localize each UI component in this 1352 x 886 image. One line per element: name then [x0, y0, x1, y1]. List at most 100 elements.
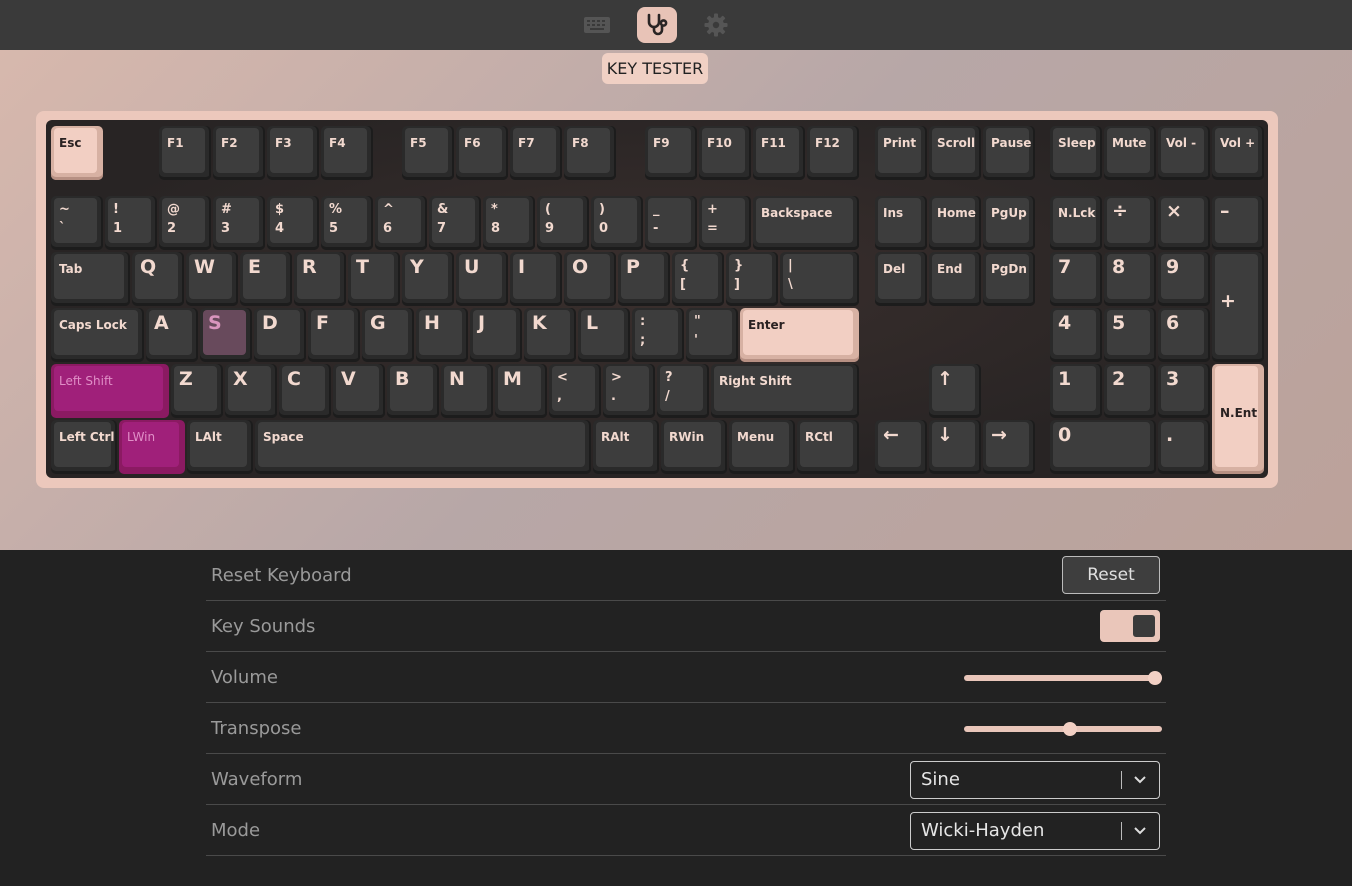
key-k[interactable]: K — [524, 308, 576, 362]
key-num-mul[interactable]: × — [1158, 196, 1210, 250]
key-8[interactable]: * 8 — [483, 196, 535, 250]
key-nlck[interactable]: N.Lck — [1050, 196, 1102, 250]
key-left[interactable]: ← — [875, 420, 927, 474]
key-num7[interactable]: 7 — [1050, 252, 1102, 306]
key-end[interactable]: End — [929, 252, 981, 306]
key-f6[interactable]: F6 — [456, 126, 508, 180]
key-right[interactable]: → — [983, 420, 1035, 474]
key-f8[interactable]: F8 — [564, 126, 616, 180]
key-vol-down[interactable]: Vol - — [1158, 126, 1210, 180]
key-pause[interactable]: Pause — [983, 126, 1035, 180]
key-enter[interactable]: Enter — [740, 308, 859, 362]
key-print[interactable]: Print — [875, 126, 927, 180]
key-lalt[interactable]: LAlt — [187, 420, 253, 474]
key-tab[interactable]: Tab — [51, 252, 130, 306]
key-slash[interactable]: ? / — [657, 364, 709, 418]
key-menu[interactable]: Menu — [729, 420, 795, 474]
key-x[interactable]: X — [225, 364, 277, 418]
key-e[interactable]: E — [240, 252, 292, 306]
key-h[interactable]: H — [416, 308, 468, 362]
key-0[interactable]: ) 0 — [591, 196, 643, 250]
key-r[interactable]: R — [294, 252, 346, 306]
key-semicolon[interactable]: : ; — [632, 308, 684, 362]
mode-select[interactable]: Wicki-Hayden — [910, 812, 1160, 850]
key-7[interactable]: & 7 — [429, 196, 481, 250]
key-q[interactable]: Q — [132, 252, 184, 306]
waveform-select[interactable]: Sine — [910, 761, 1160, 799]
key-num-enter[interactable]: N.Ent — [1212, 364, 1264, 474]
key-num5[interactable]: 5 — [1104, 308, 1156, 362]
key-backtick[interactable]: ~ ` — [51, 196, 103, 250]
key-d[interactable]: D — [254, 308, 306, 362]
stethoscope-icon[interactable] — [637, 7, 677, 43]
key-s[interactable]: S — [200, 308, 252, 362]
key-u[interactable]: U — [456, 252, 508, 306]
key-l[interactable]: L — [578, 308, 630, 362]
volume-thumb[interactable] — [1148, 671, 1162, 685]
key-backslash[interactable]: | \ — [780, 252, 859, 306]
volume-slider[interactable] — [964, 671, 1162, 685]
key-j[interactable]: J — [470, 308, 522, 362]
key-4[interactable]: $ 4 — [267, 196, 319, 250]
key-num-sub[interactable]: – — [1212, 196, 1264, 250]
key-minus[interactable]: _ - — [645, 196, 697, 250]
key-b[interactable]: B — [387, 364, 439, 418]
key-9[interactable]: ( 9 — [537, 196, 589, 250]
key-mute[interactable]: Mute — [1104, 126, 1156, 180]
key-num9[interactable]: 9 — [1158, 252, 1210, 306]
key-z[interactable]: Z — [171, 364, 223, 418]
key-home[interactable]: Home — [929, 196, 981, 250]
key-vol-up[interactable]: Vol + — [1212, 126, 1264, 180]
key-lshift[interactable]: Left Shift — [51, 364, 169, 418]
key-f5[interactable]: F5 — [402, 126, 454, 180]
key-scroll[interactable]: Scroll — [929, 126, 981, 180]
key-5[interactable]: % 5 — [321, 196, 373, 250]
key-num4[interactable]: 4 — [1050, 308, 1102, 362]
key-2[interactable]: @ 2 — [159, 196, 211, 250]
reset-button[interactable]: Reset — [1062, 556, 1160, 594]
key-num-div[interactable]: ÷ — [1104, 196, 1156, 250]
key-esc[interactable]: Esc — [51, 126, 103, 180]
key-ralt[interactable]: RAlt — [593, 420, 659, 474]
key-pgup[interactable]: PgUp — [983, 196, 1035, 250]
key-f1[interactable]: F1 — [159, 126, 211, 180]
key-down[interactable]: ↓ — [929, 420, 981, 474]
key-quote[interactable]: " ' — [686, 308, 738, 362]
key-f10[interactable]: F10 — [699, 126, 751, 180]
key-v[interactable]: V — [333, 364, 385, 418]
key-comma[interactable]: < , — [549, 364, 601, 418]
key-pgdn[interactable]: PgDn — [983, 252, 1035, 306]
key-num0[interactable]: 0 — [1050, 420, 1156, 474]
key-g[interactable]: G — [362, 308, 414, 362]
key-lbracket[interactable]: { [ — [672, 252, 724, 306]
key-o[interactable]: O — [564, 252, 616, 306]
key-sounds-toggle[interactable] — [1100, 610, 1160, 642]
keyboard-icon[interactable] — [577, 7, 617, 43]
key-f7[interactable]: F7 — [510, 126, 562, 180]
gear-icon[interactable] — [696, 7, 736, 43]
key-f9[interactable]: F9 — [645, 126, 697, 180]
key-rwin[interactable]: RWin — [661, 420, 727, 474]
key-p[interactable]: P — [618, 252, 670, 306]
key-w[interactable]: W — [186, 252, 238, 306]
key-equal[interactable]: + = — [699, 196, 751, 250]
key-space[interactable]: Space — [255, 420, 591, 474]
transpose-slider[interactable] — [964, 722, 1162, 736]
key-del[interactable]: Del — [875, 252, 927, 306]
key-ins[interactable]: Ins — [875, 196, 927, 250]
key-a[interactable]: A — [146, 308, 198, 362]
key-num2[interactable]: 2 — [1104, 364, 1156, 418]
key-6[interactable]: ^ 6 — [375, 196, 427, 250]
key-num8[interactable]: 8 — [1104, 252, 1156, 306]
key-lctrl[interactable]: Left Ctrl — [51, 420, 117, 474]
key-3[interactable]: # 3 — [213, 196, 265, 250]
key-lwin[interactable]: LWin — [119, 420, 185, 474]
key-sleep[interactable]: Sleep — [1050, 126, 1102, 180]
key-up[interactable]: ↑ — [929, 364, 981, 418]
key-f4[interactable]: F4 — [321, 126, 373, 180]
key-rshift[interactable]: Right Shift — [711, 364, 859, 418]
key-num6[interactable]: 6 — [1158, 308, 1210, 362]
key-num1[interactable]: 1 — [1050, 364, 1102, 418]
key-f2[interactable]: F2 — [213, 126, 265, 180]
key-f[interactable]: F — [308, 308, 360, 362]
